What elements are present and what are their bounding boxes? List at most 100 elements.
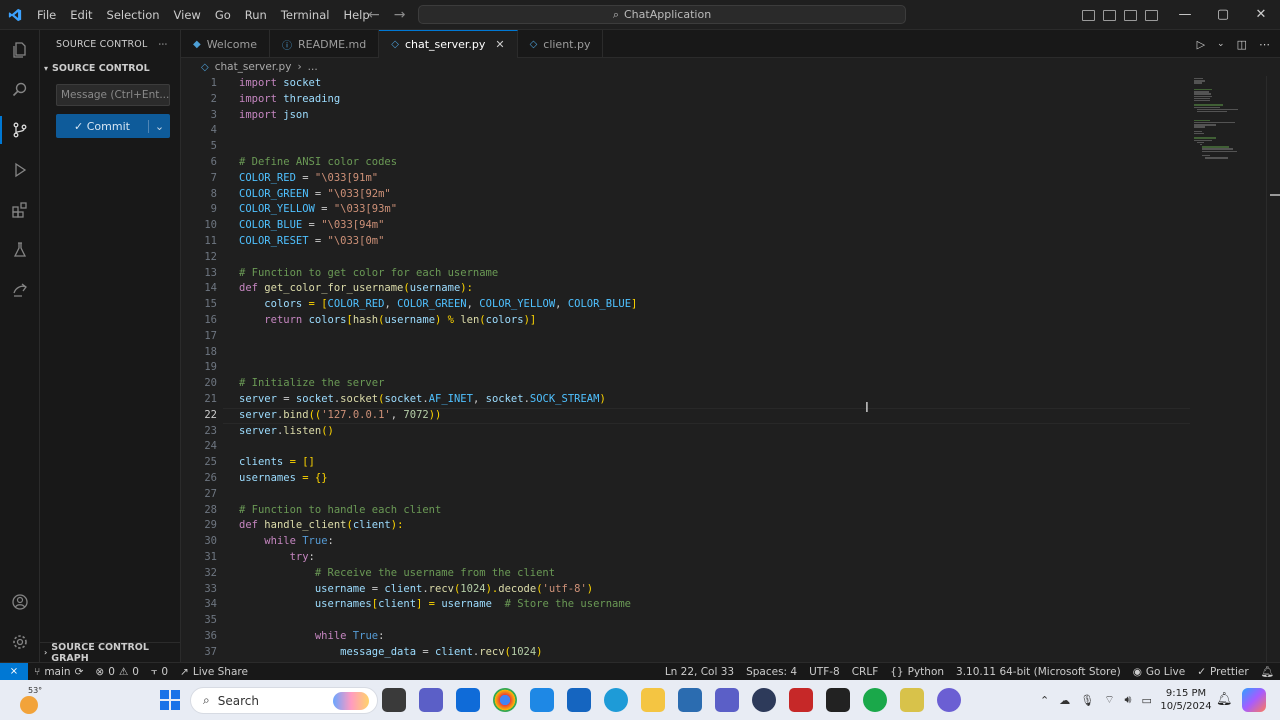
tab-client[interactable]: ◇ client.py xyxy=(518,30,604,58)
code-line[interactable]: 31 try: xyxy=(181,550,1190,566)
copilot-icon[interactable] xyxy=(1242,688,1266,712)
code-editor[interactable]: 1 import socket 2 import threading 3 import j… xyxy=(181,76,1190,662)
run-file-icon[interactable]: ▷ xyxy=(1197,38,1205,51)
menu-edit[interactable]: Edit xyxy=(63,0,99,30)
remote-indicator-icon[interactable]: ⨯ xyxy=(0,662,28,681)
taskbar-search-box[interactable]: ⌕ Search xyxy=(190,687,378,714)
tab-welcome[interactable]: ◆ Welcome xyxy=(181,30,271,58)
breadcrumb-more[interactable]: ... xyxy=(308,61,318,73)
explorer-icon[interactable] xyxy=(0,30,40,70)
source-control-graph-header[interactable]: › SOURCE CONTROL GRAPH xyxy=(40,642,180,664)
code-line[interactable]: 11 COLOR_RESET = "\033[0m" xyxy=(181,234,1190,250)
code-line[interactable]: 15 colors = [COLOR_RED, COLOR_GREEN, COL… xyxy=(181,297,1190,313)
scrollbar-thumb[interactable] xyxy=(1270,194,1280,196)
code-line[interactable]: 8 COLOR_GREEN = "\033[92m" xyxy=(181,187,1190,203)
more-actions-icon[interactable]: ⋯ xyxy=(1259,38,1270,51)
code-line[interactable]: 35 xyxy=(181,613,1190,629)
code-line[interactable]: 27 xyxy=(181,487,1190,503)
code-line[interactable]: 16 return colors[hash(username) % len(co… xyxy=(181,313,1190,329)
code-line[interactable]: 5 xyxy=(181,139,1190,155)
code-line[interactable]: 25 clients = [] xyxy=(181,455,1190,471)
code-line[interactable]: 26 usernames = {} xyxy=(181,471,1190,487)
command-center-search[interactable]: ⌕ ChatApplication xyxy=(418,5,906,24)
minimize-icon[interactable]: — xyxy=(1166,0,1204,30)
code-line[interactable]: 10 COLOR_BLUE = "\033[94m" xyxy=(181,218,1190,234)
menu-view[interactable]: View xyxy=(167,0,208,30)
teams-work-icon[interactable] xyxy=(715,688,739,712)
vscode-taskbar-icon[interactable] xyxy=(456,688,480,712)
testing-flask-icon[interactable] xyxy=(0,230,40,270)
code-line[interactable]: 24 xyxy=(181,439,1190,455)
commit-button[interactable]: ✓ Commit ⌄ xyxy=(56,114,170,138)
start-windows-icon[interactable] xyxy=(160,690,180,710)
back-arrow-icon[interactable]: ← xyxy=(368,7,380,23)
customize-layout-icon[interactable] xyxy=(1145,9,1158,21)
run-debug-icon[interactable] xyxy=(0,150,40,190)
show-hidden-icons-chevron-icon[interactable]: ⌃ xyxy=(1040,694,1049,707)
code-line[interactable]: 12 xyxy=(181,250,1190,266)
volume-icon[interactable]: 🔊︎ xyxy=(1125,693,1132,707)
source-control-section-header[interactable]: ▾ SOURCE CONTROL xyxy=(40,58,180,78)
split-editor-icon[interactable]: ◫ xyxy=(1237,38,1247,51)
task-view-icon[interactable] xyxy=(382,688,406,712)
code-line[interactable]: 14 def get_color_for_username(username): xyxy=(181,281,1190,297)
manage-gear-icon[interactable] xyxy=(0,622,40,662)
eclipse-icon[interactable] xyxy=(752,688,776,712)
minimap[interactable] xyxy=(1190,76,1266,662)
code-line[interactable]: 33 username = client.recv(1024).decode('… xyxy=(181,582,1190,598)
vertical-scrollbar[interactable] xyxy=(1266,76,1280,662)
python-interpreter[interactable]: 3.10.11 64-bit (Microsoft Store) xyxy=(950,666,1127,678)
source-control-icon[interactable] xyxy=(0,110,40,150)
code-line[interactable]: 13 # Function to get color for each usern… xyxy=(181,266,1190,282)
menu-go[interactable]: Go xyxy=(208,0,238,30)
wifi-icon[interactable]: ⌔ xyxy=(1104,693,1114,707)
notepad-icon[interactable] xyxy=(900,688,924,712)
extensions-icon[interactable] xyxy=(0,190,40,230)
commit-dropdown-chevron-icon[interactable]: ⌄ xyxy=(148,119,170,133)
code-line[interactable]: 7 COLOR_RED = "\033[91m" xyxy=(181,171,1190,187)
code-line[interactable]: 18 xyxy=(181,345,1190,361)
problems-indicator[interactable]: ⊗ 0 ⚠ 0 xyxy=(89,666,145,678)
end-of-line[interactable]: CRLF xyxy=(846,666,885,678)
code-line[interactable]: 4 xyxy=(181,123,1190,139)
ports-indicator[interactable]: ⫟ 0 xyxy=(145,665,174,678)
menu-file[interactable]: File xyxy=(30,0,63,30)
search-activity-icon[interactable] xyxy=(0,70,40,110)
go-live-button[interactable]: ◉ Go Live xyxy=(1127,666,1192,678)
menu-run[interactable]: Run xyxy=(238,0,274,30)
accounts-icon[interactable] xyxy=(0,582,40,622)
prettier-indicator[interactable]: ✓ Prettier xyxy=(1191,666,1254,678)
taskbar-clock[interactable]: 9:15 PM 10/5/2024 xyxy=(1160,687,1212,713)
tab-chat-server[interactable]: ◇ chat_server.py ✕ xyxy=(379,30,518,58)
indentation[interactable]: Spaces: 4 xyxy=(740,666,803,678)
rider-icon[interactable] xyxy=(789,688,813,712)
code-line[interactable]: 29 def handle_client(client): xyxy=(181,518,1190,534)
remote-explorer-icon[interactable] xyxy=(0,270,40,310)
toggle-secondary-sidebar-icon[interactable] xyxy=(1124,9,1137,21)
chrome-icon[interactable] xyxy=(493,688,517,712)
code-line[interactable]: 21 server = socket.socket(socket.AF_INET,… xyxy=(181,392,1190,408)
more-actions-icon[interactable]: ⋯ xyxy=(158,39,168,50)
code-line[interactable]: 17 xyxy=(181,329,1190,345)
toggle-panel-icon[interactable] xyxy=(1103,9,1116,21)
notifications-bell-icon[interactable]: 🔔︎ xyxy=(1255,665,1280,678)
code-line[interactable]: 19 xyxy=(181,360,1190,376)
toggle-primary-sidebar-icon[interactable] xyxy=(1082,9,1095,21)
menu-terminal[interactable]: Terminal xyxy=(274,0,337,30)
battery-icon[interactable]: ▭ xyxy=(1141,694,1151,707)
commit-message-input[interactable]: Message (Ctrl+Ent... xyxy=(56,84,170,106)
terminal-app-icon[interactable] xyxy=(826,688,850,712)
forward-arrow-icon[interactable]: → xyxy=(394,7,406,23)
code-line[interactable]: 22 server.bind(('127.0.0.1', 7072)) xyxy=(181,407,1190,424)
code-line[interactable]: 28 # Function to handle each client xyxy=(181,503,1190,519)
code-line[interactable]: 32 # Receive the username from the clien… xyxy=(181,566,1190,582)
settings-app-icon[interactable] xyxy=(937,688,961,712)
microsoft-store-icon[interactable] xyxy=(530,688,554,712)
branch-indicator[interactable]: ⑂ main ⟳ xyxy=(28,666,89,678)
tab-readme[interactable]: ⓘ README.md xyxy=(270,30,380,58)
code-line[interactable]: 2 import threading xyxy=(181,92,1190,108)
encoding[interactable]: UTF-8 xyxy=(803,666,846,678)
lens-icon[interactable] xyxy=(567,688,591,712)
code-line[interactable]: 20 # Initialize the server xyxy=(181,376,1190,392)
notification-bell-icon[interactable]: 🔔︎ xyxy=(1216,692,1233,707)
